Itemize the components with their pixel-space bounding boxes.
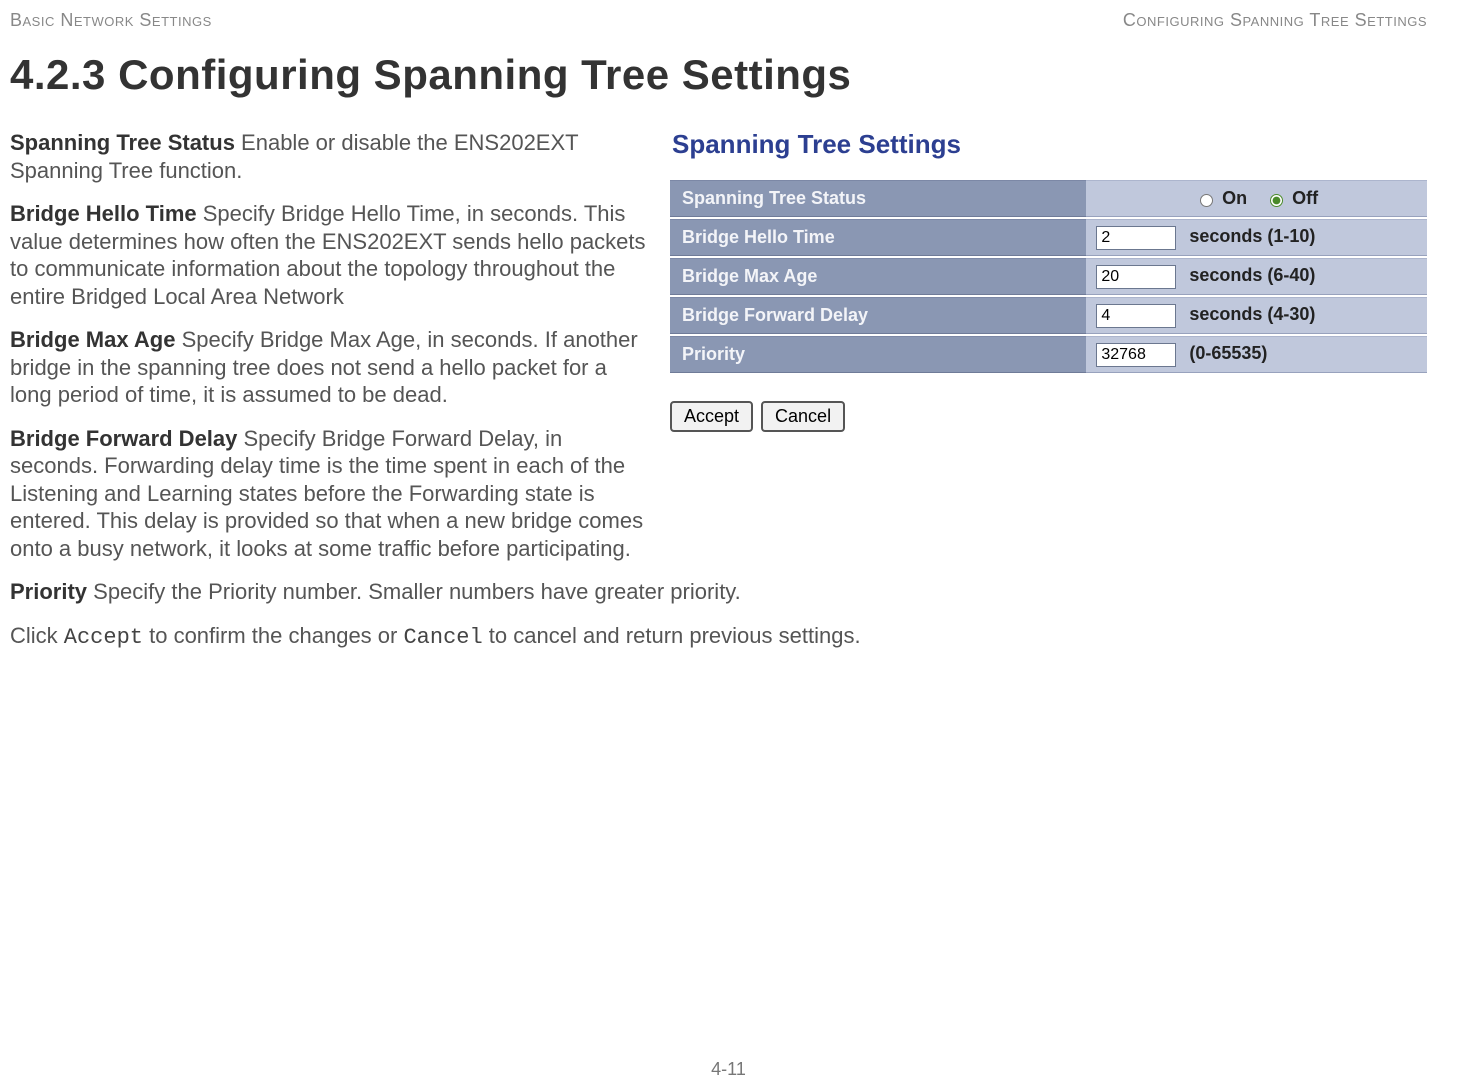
term-fwd: Bridge Forward Delay [10, 426, 237, 451]
maxage-input[interactable] [1096, 265, 1176, 289]
page-number: 4-11 [0, 1059, 1457, 1080]
fwd-input[interactable] [1096, 304, 1176, 328]
settings-table: Spanning Tree Status On Off [670, 178, 1427, 375]
header-right: Configuring Spanning Tree Settings [1123, 10, 1427, 31]
desc-priority: Specify the Priority number. Smaller num… [87, 579, 741, 604]
term-status: Spanning Tree Status [10, 130, 235, 155]
label-status: Spanning Tree Status [670, 180, 1086, 217]
para-bridge-hello-time: Bridge Hello Time Specify Bridge Hello T… [10, 200, 650, 310]
priority-input[interactable] [1096, 343, 1176, 367]
label-hello: Bridge Hello Time [670, 219, 1086, 256]
button-row: Accept Cancel [670, 401, 1427, 432]
row-status: Spanning Tree Status On Off [670, 180, 1427, 217]
fwd-hint: seconds (4-30) [1189, 304, 1315, 324]
term-priority: Priority [10, 579, 87, 604]
para-spanning-tree-status: Spanning Tree Status Enable or disable t… [10, 129, 650, 184]
term-hello: Bridge Hello Time [10, 201, 197, 226]
status-off-label: Off [1292, 188, 1318, 209]
hello-input[interactable] [1096, 226, 1176, 250]
maxage-hint: seconds (6-40) [1189, 265, 1315, 285]
section-title: 4.2.3 Configuring Spanning Tree Settings [10, 51, 1427, 99]
header-bar: Basic Network Settings Configuring Spann… [10, 10, 1427, 31]
para-priority: Priority Specify the Priority number. Sm… [10, 578, 1427, 606]
row-maxage: Bridge Max Age seconds (6-40) [670, 258, 1427, 295]
row-priority: Priority (0-65535) [670, 336, 1427, 373]
hello-hint: seconds (1-10) [1189, 226, 1315, 246]
status-on-label: On [1222, 188, 1247, 209]
description-column: Spanning Tree Status Enable or disable t… [10, 129, 650, 578]
label-maxage: Bridge Max Age [670, 258, 1086, 295]
settings-panel: Spanning Tree Settings Spanning Tree Sta… [670, 129, 1427, 578]
label-fwd: Bridge Forward Delay [670, 297, 1086, 334]
click-pre: Click [10, 623, 64, 648]
term-maxage: Bridge Max Age [10, 327, 175, 352]
para-click: Click Accept to confirm the changes or C… [10, 622, 1427, 652]
row-hello: Bridge Hello Time seconds (1-10) [670, 219, 1427, 256]
accept-mono: Accept [64, 625, 143, 650]
click-post: to cancel and return previous settings. [483, 623, 861, 648]
header-left: Basic Network Settings [10, 10, 212, 31]
para-bridge-forward-delay: Bridge Forward Delay Specify Bridge Forw… [10, 425, 650, 563]
row-fwd: Bridge Forward Delay seconds (4-30) [670, 297, 1427, 334]
status-off-option[interactable]: Off [1265, 188, 1318, 209]
click-mid: to confirm the changes or [143, 623, 403, 648]
status-radio-group: On Off [1096, 188, 1417, 209]
accept-button[interactable]: Accept [670, 401, 753, 432]
status-on-radio[interactable] [1200, 194, 1213, 207]
priority-hint: (0-65535) [1189, 343, 1267, 363]
label-priority: Priority [670, 336, 1086, 373]
status-off-radio[interactable] [1270, 194, 1283, 207]
para-bridge-max-age: Bridge Max Age Specify Bridge Max Age, i… [10, 326, 650, 409]
panel-title: Spanning Tree Settings [672, 129, 1427, 160]
status-on-option[interactable]: On [1195, 188, 1247, 209]
cancel-mono: Cancel [403, 625, 482, 650]
cancel-button[interactable]: Cancel [761, 401, 845, 432]
